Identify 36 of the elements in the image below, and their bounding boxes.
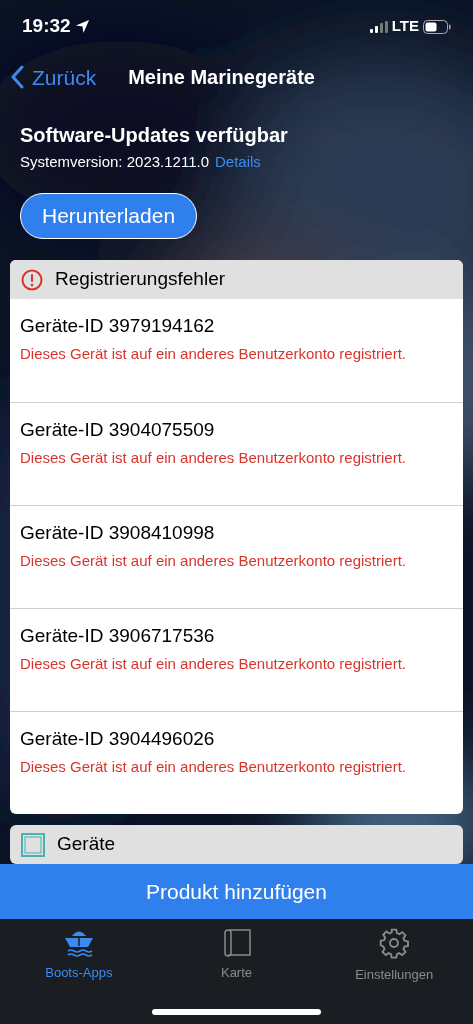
battery-icon: [423, 19, 451, 34]
error-message: Dieses Gerät ist auf ein anderes Benutzerkonto registriert.: [20, 344, 408, 364]
details-link[interactable]: Details: [215, 150, 261, 173]
device-id: Geräte-ID 3904496026: [20, 727, 216, 751]
version-text: Systemversion: 2023.1211.0: [20, 151, 209, 172]
clock: 19:32: [22, 14, 71, 39]
device-row[interactable]: Geräte-ID 3904075509 Dieses Gerät ist auf ein anderes Benutzerkonto registriert.: [10, 402, 463, 505]
device-row[interactable]: Geräte-ID 3979194162 Dieses Gerät ist auf ein anderes Benutzerkonto registriert.: [10, 299, 463, 402]
alert-icon: [21, 268, 43, 291]
network-label: LTE: [391, 16, 419, 37]
device-row[interactable]: Geräte-ID 3908410998 Dieses Gerät ist auf ein anderes Benutzerkonto registriert.: [10, 505, 463, 608]
add-product-button[interactable]: Produkt hinzufügen: [0, 864, 473, 919]
section-title: Registrierungsfehler: [55, 267, 226, 292]
device-id: Geräte-ID 3979194162: [20, 314, 216, 338]
error-message: Dieses Gerät ist auf ein anderes Benutzerkonto registriert.: [20, 551, 408, 571]
error-message: Dieses Gerät ist auf ein anderes Benutzerkonto registriert.: [20, 654, 408, 674]
device-row[interactable]: Geräte-ID 3906717536 Dieses Gerät ist auf ein anderes Benutzerkonto registriert.: [10, 608, 463, 711]
device-row[interactable]: Geräte-ID 3904496026 Dieses Gerät ist auf ein anderes Benutzerkonto registriert.: [10, 711, 463, 814]
screen-title: Meine Marinegeräte: [128, 65, 315, 91]
chevron-left-icon: [10, 65, 24, 90]
section-title: Geräte: [57, 832, 116, 857]
back-button[interactable]: Zurück: [10, 61, 97, 94]
tab[interactable]: Karte: [157, 927, 316, 983]
device-id: Geräte-ID 3906717536: [20, 624, 216, 648]
location-arrow-icon: [74, 19, 90, 35]
download-button[interactable]: Herunterladen: [20, 193, 198, 239]
square-icon: [21, 832, 45, 857]
section-heading: Software-Updates verfügbar: [20, 122, 289, 148]
tab[interactable]: Einstellungen: [315, 927, 473, 985]
tab[interactable]: Boots-Apps: [0, 927, 158, 983]
signal-icon: [369, 20, 388, 33]
settings-icon: [378, 927, 411, 959]
device-id: Geräte-ID 3904075509: [20, 418, 216, 442]
error-message: Dieses Gerät ist auf ein anderes Benutzerkonto registriert.: [20, 448, 408, 468]
error-message: Dieses Gerät ist auf ein anderes Benutzerkonto registriert.: [20, 757, 408, 777]
device-id: Geräte-ID 3908410998: [20, 521, 216, 545]
